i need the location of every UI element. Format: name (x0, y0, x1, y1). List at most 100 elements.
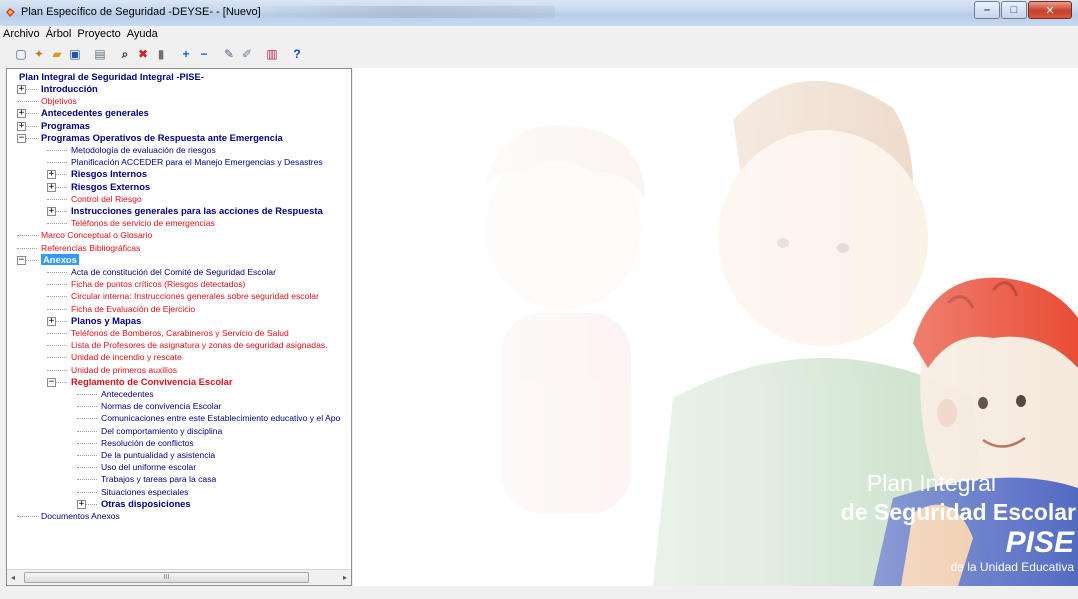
tree-node[interactable]: Teléfonos de servicio de emergencias (71, 217, 215, 229)
tree-connector (77, 491, 97, 493)
tree-node[interactable]: Normas de convivencia Escolar (101, 400, 221, 412)
tree-node-label: Lista de Profesores de asignatura y zona… (71, 340, 328, 351)
tree-node[interactable]: Riesgos Externos (71, 181, 150, 193)
window-controls: – □ ✕ (973, 1, 1072, 19)
tree-node-label: Documentos Anexos (41, 511, 120, 521)
tree-node[interactable]: Ficha de puntos críticos (Riesgos detect… (71, 278, 245, 290)
tree-node[interactable]: Metodología de evaluación de riesgos (71, 144, 216, 156)
menu-proyecto[interactable]: Proyecto (74, 26, 123, 42)
window-title: Plan Específico de Seguridad -DEYSE- - [… (21, 6, 261, 18)
menu-arbol[interactable]: Árbol (43, 26, 75, 42)
menu-archivo[interactable]: Archivo (0, 26, 43, 42)
tree-panel[interactable]: Plan Integral de Seguridad Integral -PIS… (6, 68, 352, 586)
tree-node[interactable]: Anexos (41, 253, 79, 266)
tree-node[interactable]: Teléfonos de Bomberos, Carabineros y Ser… (71, 327, 289, 339)
scroll-left-icon[interactable]: ◂ (11, 573, 15, 582)
expand-icon[interactable]: + (47, 170, 56, 180)
app-icon (6, 8, 15, 17)
tree-root[interactable]: Plan Integral de Seguridad Integral -PIS… (19, 71, 204, 83)
scroll-thumb[interactable]: III (24, 572, 309, 583)
brand-line2: de Seguridad Escolar (840, 499, 1076, 525)
tree-node[interactable]: Antecedentes generales (41, 107, 149, 119)
print-preview-icon[interactable]: ▤ (92, 46, 108, 62)
maximize-button[interactable]: □ (1001, 1, 1027, 19)
expand-icon[interactable]: + (47, 316, 56, 326)
tree-node[interactable]: Comunicaciones entre este Establecimient… (101, 412, 340, 424)
report-icon[interactable]: ▥ (264, 46, 280, 62)
tree-node[interactable]: Documentos Anexos (41, 510, 120, 522)
open-folder-icon[interactable]: ▰ (49, 46, 65, 62)
tree-node[interactable]: Planos y Mapas (71, 315, 141, 327)
find-icon[interactable]: ⌕ (117, 46, 133, 62)
horizontal-scrollbar[interactable]: ◂ III ▸ (7, 569, 351, 585)
expand-icon[interactable]: + (47, 207, 56, 216)
tree-node[interactable]: Del comportamiento y disciplina (101, 425, 222, 437)
close-button[interactable]: ✕ (1028, 1, 1072, 19)
tree-node[interactable]: Control del Riesgo (71, 193, 142, 205)
tree-node[interactable]: De la puntualidad y asistencia (101, 449, 215, 461)
tree-node[interactable]: Introducción (41, 83, 98, 95)
expand-icon[interactable]: + (17, 121, 26, 131)
tree-node[interactable]: Referencias Bibliográficas (41, 242, 140, 254)
title-bar[interactable]: Plan Específico de Seguridad -DEYSE- - [… (0, 0, 1078, 26)
tree-connector (47, 223, 67, 225)
tree-node-label: Trabajos y tareas para la casa (101, 474, 217, 485)
tree-connector (47, 308, 67, 310)
tree-node[interactable]: Otras disposiciones (101, 498, 191, 510)
expand-icon[interactable]: + (17, 109, 26, 119)
tree-connector (77, 479, 97, 481)
tree-node[interactable]: Unidad de incendio y rescate (71, 351, 182, 363)
tree-node-label: Metodología de evaluación de riesgos (71, 145, 216, 155)
tree-node[interactable]: Trabajos y tareas para la casa (101, 473, 216, 485)
tree-node-label: Acta de constitución del Comité de Segur… (71, 267, 276, 277)
tree-node[interactable]: Acta de constitución del Comité de Segur… (71, 266, 276, 278)
project-tree[interactable]: Plan Integral de Seguridad Integral -PIS… (7, 69, 351, 567)
collapse-icon[interactable]: − (17, 255, 26, 265)
edit-icon[interactable]: ✎ (221, 46, 237, 62)
menu-ayuda[interactable]: Ayuda (124, 26, 161, 42)
tree-node[interactable]: Circular interna: Instrucciones generale… (71, 290, 319, 302)
tree-node[interactable]: Riesgos Internos (71, 168, 147, 180)
trash-icon[interactable]: ▮ (153, 46, 169, 62)
new-document-icon[interactable]: ▢ (13, 46, 29, 62)
scroll-right-icon[interactable]: ▸ (343, 573, 347, 582)
tree-node[interactable]: Uso del uniforme escolar (101, 461, 196, 473)
tree-node[interactable]: Antecedentes (101, 388, 154, 400)
help-icon[interactable]: ? (289, 46, 305, 62)
tree-node[interactable]: Resolución de conflictos (101, 437, 194, 449)
tree-node[interactable]: Planificación ACCEDER para el Manejo Eme… (71, 156, 323, 168)
tree-node[interactable]: Situaciones especiales (101, 486, 188, 498)
edit-text-icon[interactable]: ✐ (239, 46, 255, 62)
wand-icon[interactable]: ✦ (31, 46, 47, 62)
tree-node[interactable]: Lista de Profesores de asignatura y zona… (71, 339, 328, 351)
tree-node-label: Reglamento de Convivencia Escolar (71, 375, 233, 387)
remove-node-icon[interactable]: − (196, 46, 212, 62)
menu-bar: Archivo Árbol Proyecto Ayuda (0, 26, 1078, 42)
tree-node[interactable]: Unidad de primeros auxilios (71, 364, 177, 376)
expand-icon[interactable]: + (47, 182, 56, 192)
tree-node[interactable]: Instrucciones generales para las accione… (71, 205, 323, 217)
tree-node[interactable]: Reglamento de Convivencia Escolar (71, 376, 233, 388)
splash-area: Plan Integral de Seguridad Escolar PISE … (353, 68, 1078, 586)
save-icon[interactable]: ▣ (67, 46, 83, 62)
tree-node-label: Marco Conceptual o Glosario (41, 230, 153, 241)
minimize-button[interactable]: – (974, 1, 1000, 19)
tree-node[interactable]: Programas Operativos de Respuesta ante E… (41, 132, 283, 144)
tree-node[interactable]: Ficha de Evaluación de Ejercicio (71, 303, 195, 315)
expand-icon[interactable]: + (17, 85, 26, 94)
tree-connector (77, 467, 97, 469)
tree-node-label: Del comportamiento y disciplina (101, 425, 223, 436)
expand-icon[interactable]: + (77, 499, 86, 509)
tree-node[interactable]: Objetivos (41, 95, 77, 107)
tree-node[interactable]: Marco Conceptual o Glosario (41, 229, 152, 241)
tree-connector (47, 369, 67, 371)
collapse-icon[interactable]: − (47, 377, 56, 387)
tree-connector (17, 516, 37, 517)
collapse-icon[interactable]: − (17, 133, 26, 143)
tree-node-label: De la puntualidad y asistencia (101, 450, 216, 460)
delete-icon[interactable]: ✖ (135, 46, 151, 62)
tree-node[interactable]: Programas (41, 120, 90, 132)
tree-node-label: Teléfonos de Bomberos, Carabineros y Ser… (71, 328, 289, 338)
tree-node-label: Antecedentes generales (41, 107, 149, 119)
add-node-icon[interactable]: + (178, 46, 194, 62)
